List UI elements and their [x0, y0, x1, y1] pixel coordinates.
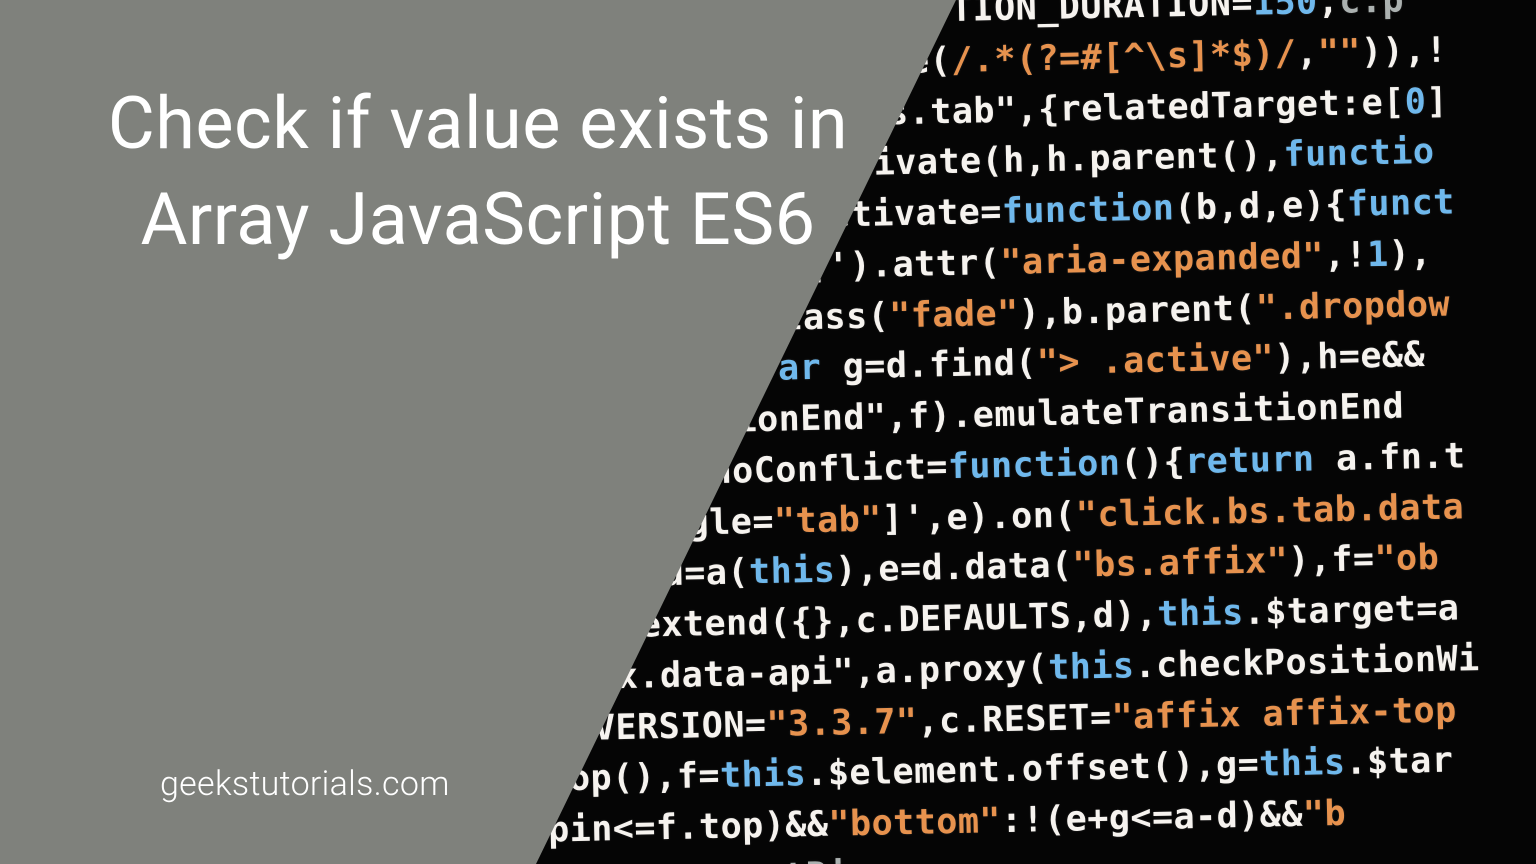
code-token: g=d.find( [842, 343, 1037, 387]
code-token: "tab" [774, 499, 883, 541]
code-token: "aria-expanded" [1000, 236, 1324, 283]
featured-image: TION_DURATION=150,c.pe(/.*(?=#[^\s]*$)/,… [0, 0, 1536, 864]
code-token: ,{relatedTarget:e[ [1016, 82, 1405, 130]
code-token: 150 [1253, 0, 1319, 24]
code-token: funct [1346, 182, 1455, 224]
code-token: this [1259, 743, 1346, 785]
code-token: return [1185, 439, 1315, 482]
code-token: s.tab" [887, 90, 1017, 133]
code-token: .$target=a [1243, 588, 1460, 633]
code-token: ".dropdow [1255, 284, 1450, 328]
code-token: ,a.proxy( [854, 648, 1049, 692]
code-token: /.*(?=#[^\s]*$)/ [951, 33, 1297, 80]
code-token: )),! [1361, 30, 1448, 72]
code-token: .checkPositionWi [1134, 639, 1480, 686]
code-token: noConflict= [710, 447, 948, 492]
code-token: "ob [1374, 538, 1440, 579]
code-token: this [1157, 593, 1244, 635]
code-token: x.data-api" [616, 652, 854, 697]
code-token: op(),f= [569, 756, 721, 799]
code-token: this [749, 551, 836, 593]
code-token: gle= [687, 501, 774, 543]
code-token: "bottom" [828, 801, 1001, 845]
code-token: this [1048, 646, 1135, 688]
code-token: "click.bs.tab.data [1075, 487, 1464, 535]
code-token: extend({},c.DEFAULTS,d), [639, 595, 1157, 646]
code-token: "3.3.7" [766, 701, 918, 744]
code-token: d=a( [662, 553, 749, 595]
code-token: prototype [536, 858, 720, 864]
code-token: "" [1317, 32, 1361, 73]
code-token: ), [1388, 234, 1432, 275]
code-token: .$element.offset(),g= [806, 745, 1260, 794]
code-token: 0 [1404, 82, 1426, 122]
code-token: 1 [1367, 235, 1389, 275]
code-token: ,c.RESET= [917, 697, 1112, 741]
code-token: function [947, 443, 1120, 487]
code-token: TION_DURATION= [951, 0, 1254, 30]
code-token: , [1317, 0, 1339, 22]
code-token: e( [908, 41, 952, 82]
code-token: , [1296, 33, 1318, 73]
code-token: "b [1303, 794, 1347, 835]
code-token: .getPi [719, 855, 849, 864]
code-token: lass( [781, 296, 890, 338]
code-token: (b,d,e){ [1174, 185, 1347, 229]
code-token: ] [1426, 81, 1448, 121]
code-token: :!(e+g<=a-d)&& [1001, 795, 1304, 841]
code-token: pin<=f.top)&& [548, 805, 829, 851]
code-token: functio [1283, 132, 1435, 175]
site-attribution: geekstutorials.com [160, 764, 450, 804]
code-token: "fade" [889, 293, 1019, 336]
code-token: (){ [1120, 442, 1186, 483]
code-token: .$tar [1345, 741, 1454, 783]
code-token: tivate(h,h.parent(), [852, 135, 1284, 184]
code-token: "> .active" [1036, 339, 1274, 384]
code-token: ),e=d.data( [835, 546, 1073, 591]
code-token: a.fn.t [1314, 436, 1466, 479]
code-token: VERSION= [594, 704, 767, 748]
code-token: this [720, 754, 807, 796]
code-token: ,f).emulateTransitionEnd [886, 387, 1404, 438]
code-token: ,! [1324, 235, 1368, 276]
code-token: c.p [1339, 0, 1405, 22]
code-token: ionEnd" [735, 397, 887, 440]
code-token: function [1001, 188, 1174, 232]
code-token: ),h=e&& [1274, 335, 1426, 378]
article-title: Check if value exists in Array JavaScrip… [68, 76, 888, 268]
code-token: var [756, 348, 843, 390]
code-token: "affix affix-top [1111, 690, 1457, 737]
code-token: ]',e).on( [881, 495, 1076, 539]
code-token: ),b.parent( [1018, 288, 1256, 333]
code-token: ),f= [1288, 539, 1375, 581]
code-token: "bs.affix" [1072, 541, 1289, 586]
